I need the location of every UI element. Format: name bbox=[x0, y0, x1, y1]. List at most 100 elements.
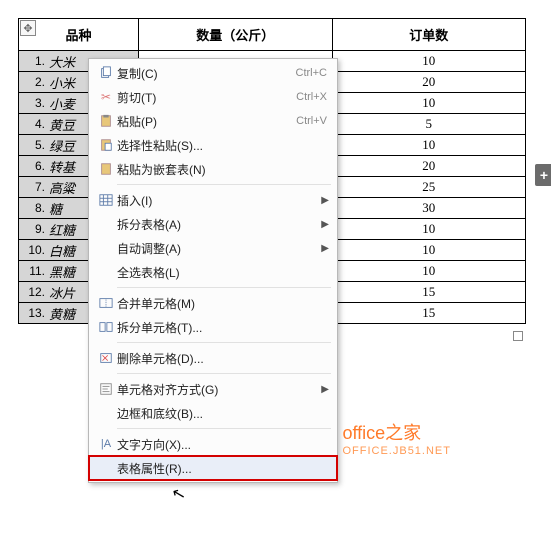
menu-split-table[interactable]: 拆分表格(A) ▶ bbox=[89, 212, 337, 236]
merge-cells-icon bbox=[95, 294, 117, 312]
variety-name: 黄豆 bbox=[49, 115, 75, 134]
menu-label: 单元格对齐方式(G) bbox=[117, 381, 327, 398]
menu-separator bbox=[117, 287, 331, 288]
menu-text-direction[interactable]: |A 文字方向(X)... bbox=[89, 432, 337, 456]
row-index: 7. bbox=[19, 180, 49, 194]
menu-label: 粘贴(P) bbox=[117, 113, 296, 130]
variety-name: 小米 bbox=[49, 73, 75, 92]
cell-orders[interactable]: 25 bbox=[332, 177, 526, 198]
context-menu: 复制(C) Ctrl+C ✂ 剪切(T) Ctrl+X 粘贴(P) Ctrl+V… bbox=[88, 58, 338, 483]
menu-label: 拆分表格(A) bbox=[117, 216, 327, 233]
menu-label: 拆分单元格(T)... bbox=[117, 319, 327, 336]
menu-label: 合并单元格(M) bbox=[117, 295, 327, 312]
menu-paste-nested[interactable]: 粘贴为嵌套表(N) bbox=[89, 157, 337, 181]
row-index: 13. bbox=[19, 306, 49, 320]
menu-separator bbox=[117, 184, 331, 185]
paste-special-icon bbox=[95, 136, 117, 154]
variety-name: 高粱 bbox=[49, 178, 75, 197]
variety-name: 糖 bbox=[49, 199, 62, 218]
variety-name: 绿豆 bbox=[49, 136, 75, 155]
menu-label: 文字方向(X)... bbox=[117, 436, 327, 453]
menu-paste-special[interactable]: 选择性粘贴(S)... bbox=[89, 133, 337, 157]
menu-autofit[interactable]: 自动调整(A) ▶ bbox=[89, 236, 337, 260]
menu-label: 表格属性(R)... bbox=[117, 460, 327, 477]
row-index: 3. bbox=[19, 96, 49, 110]
insert-table-icon bbox=[95, 191, 117, 209]
menu-separator bbox=[117, 342, 331, 343]
menu-copy[interactable]: 复制(C) Ctrl+C bbox=[89, 61, 337, 85]
variety-name: 大米 bbox=[49, 52, 75, 71]
menu-select-table[interactable]: 全选表格(L) bbox=[89, 260, 337, 284]
cell-orders[interactable]: 20 bbox=[332, 156, 526, 177]
cell-orders[interactable]: 15 bbox=[332, 282, 526, 303]
submenu-arrow-icon: ▶ bbox=[321, 384, 329, 395]
submenu-arrow-icon: ▶ bbox=[321, 243, 329, 254]
menu-delete-cells[interactable]: 删除单元格(D)... bbox=[89, 346, 337, 370]
text-direction-icon: |A bbox=[95, 435, 117, 453]
variety-name: 白糖 bbox=[49, 241, 75, 260]
row-index: 12. bbox=[19, 285, 49, 299]
menu-label: 插入(I) bbox=[117, 192, 327, 209]
menu-cell-align[interactable]: 单元格对齐方式(G) ▶ bbox=[89, 377, 337, 401]
menu-split-cells[interactable]: 拆分单元格(T)... bbox=[89, 315, 337, 339]
cell-orders[interactable]: 10 bbox=[332, 240, 526, 261]
align-icon bbox=[95, 380, 117, 398]
delete-cells-icon bbox=[95, 349, 117, 367]
cell-orders[interactable]: 10 bbox=[332, 51, 526, 72]
menu-label: 粘贴为嵌套表(N) bbox=[117, 161, 327, 178]
row-index: 11. bbox=[19, 264, 49, 278]
table-resize-handle[interactable] bbox=[513, 331, 523, 341]
row-index: 1. bbox=[19, 54, 49, 68]
menu-merge-cells[interactable]: 合并单元格(M) bbox=[89, 291, 337, 315]
cell-orders[interactable]: 5 bbox=[332, 114, 526, 135]
cut-icon: ✂ bbox=[95, 88, 117, 106]
variety-name: 小麦 bbox=[49, 94, 75, 113]
variety-name: 红糖 bbox=[49, 220, 75, 239]
menu-shortcut: Ctrl+C bbox=[296, 67, 327, 79]
row-index: 5. bbox=[19, 138, 49, 152]
cell-orders[interactable]: 30 bbox=[332, 198, 526, 219]
row-index: 10. bbox=[19, 243, 49, 257]
menu-borders[interactable]: 边框和底纹(B)... bbox=[89, 401, 337, 425]
paste-icon bbox=[95, 112, 117, 130]
menu-table-properties[interactable]: 表格属性(R)... bbox=[89, 456, 337, 480]
menu-paste[interactable]: 粘贴(P) Ctrl+V bbox=[89, 109, 337, 133]
variety-name: 冰片 bbox=[49, 283, 75, 302]
menu-label: 边框和底纹(B)... bbox=[117, 405, 327, 422]
col-header-variety[interactable]: 品种 bbox=[19, 19, 139, 51]
col-header-qty[interactable]: 数量（公斤） bbox=[139, 19, 333, 51]
menu-label: 剪切(T) bbox=[117, 89, 296, 106]
row-index: 2. bbox=[19, 75, 49, 89]
split-cells-icon bbox=[95, 318, 117, 336]
menu-cut[interactable]: ✂ 剪切(T) Ctrl+X bbox=[89, 85, 337, 109]
row-index: 9. bbox=[19, 222, 49, 236]
row-index: 6. bbox=[19, 159, 49, 173]
col-header-orders[interactable]: 订单数 bbox=[332, 19, 526, 51]
variety-name: 黑糖 bbox=[49, 262, 75, 281]
variety-name: 转基 bbox=[49, 157, 75, 176]
row-index: 8. bbox=[19, 201, 49, 215]
menu-label: 删除单元格(D)... bbox=[117, 350, 327, 367]
cell-orders[interactable]: 10 bbox=[332, 261, 526, 282]
cell-orders[interactable]: 10 bbox=[332, 219, 526, 240]
cell-orders[interactable]: 10 bbox=[332, 93, 526, 114]
menu-label: 全选表格(L) bbox=[117, 264, 327, 281]
menu-label: 自动调整(A) bbox=[117, 240, 327, 257]
cell-orders[interactable]: 20 bbox=[332, 72, 526, 93]
menu-label: 选择性粘贴(S)... bbox=[117, 137, 327, 154]
cell-orders[interactable]: 10 bbox=[332, 135, 526, 156]
cell-orders[interactable]: 15 bbox=[332, 303, 526, 324]
menu-separator bbox=[117, 428, 331, 429]
copy-icon bbox=[95, 64, 117, 82]
menu-shortcut: Ctrl+V bbox=[296, 115, 327, 127]
add-column-handle[interactable]: + bbox=[535, 164, 551, 186]
menu-separator bbox=[117, 373, 331, 374]
table-move-handle[interactable]: ✥ bbox=[20, 20, 36, 36]
variety-name: 黄糖 bbox=[49, 304, 75, 323]
menu-label: 复制(C) bbox=[117, 65, 296, 82]
menu-shortcut: Ctrl+X bbox=[296, 91, 327, 103]
menu-insert[interactable]: 插入(I) ▶ bbox=[89, 188, 337, 212]
submenu-arrow-icon: ▶ bbox=[321, 195, 329, 206]
row-index: 4. bbox=[19, 117, 49, 131]
paste-nested-icon bbox=[95, 160, 117, 178]
